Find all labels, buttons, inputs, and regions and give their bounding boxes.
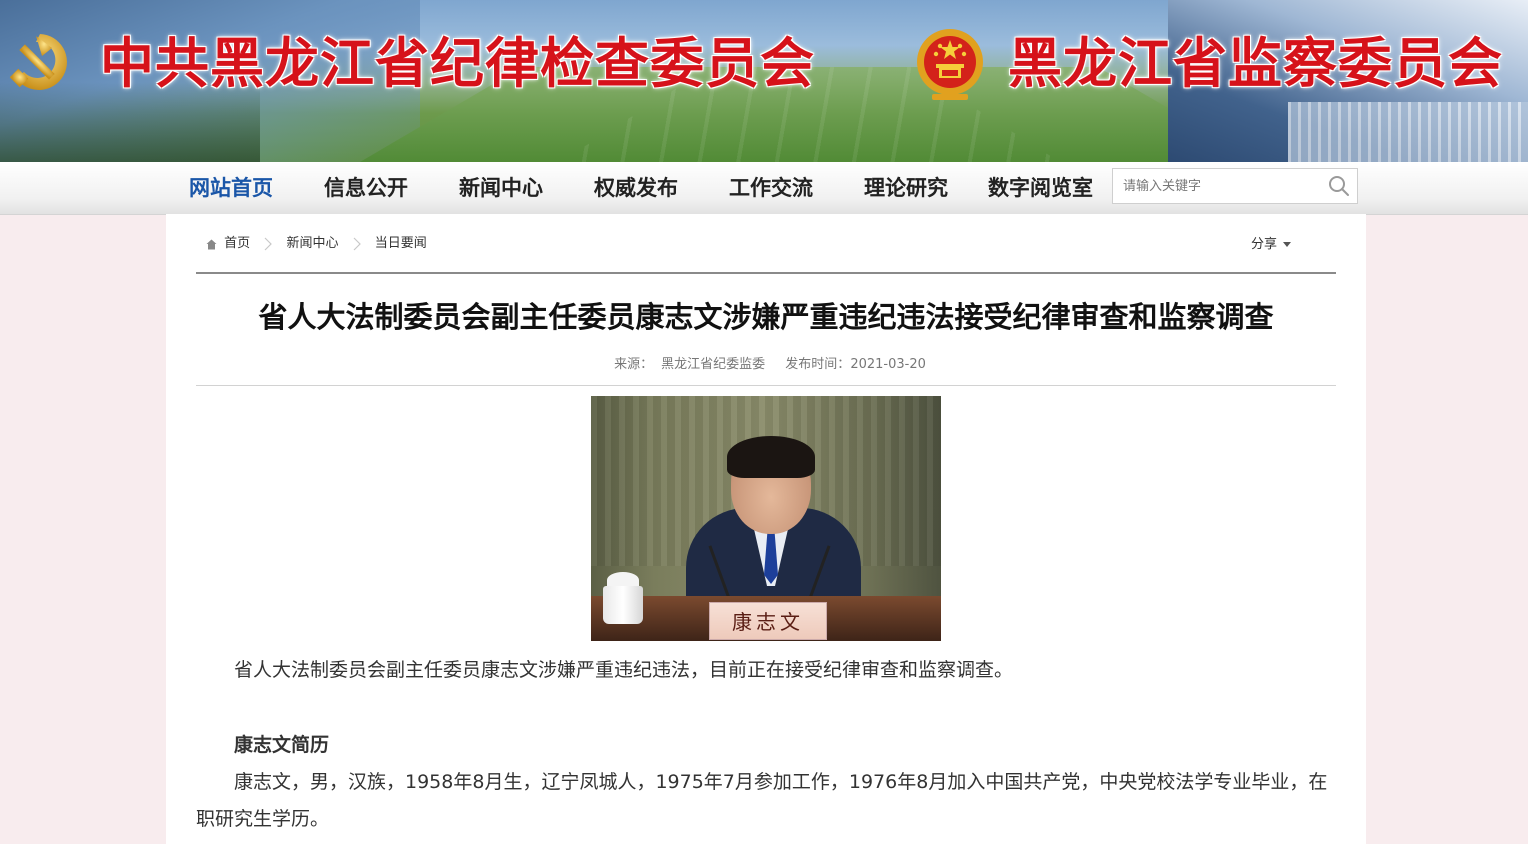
share-label: 分享 [1251, 237, 1278, 252]
chevron-right-icon [353, 237, 361, 251]
source-info: 来源： 黑龙江省纪委监委 [606, 357, 765, 372]
article-paragraph: 康志文，男，汉族，1958年8月生，辽宁凤城人，1975年7月参加工作，1976… [196, 771, 1328, 830]
caret-down-icon [1283, 242, 1292, 247]
article-title: 省人大法制委员会副主任委员康志文涉嫌严重违纪违法接受纪律审查和监察调查 [258, 300, 1274, 334]
party-emblem-icon [9, 34, 67, 90]
nav-item-authoritative-release[interactable]: 权威发布 [594, 162, 678, 214]
nav-item-home[interactable]: 网站首页 [189, 162, 273, 214]
search-box [1112, 168, 1358, 204]
breadcrumb-home[interactable]: 首页 [224, 232, 250, 256]
date-info: 发布时间：2021-03-20 [785, 357, 926, 372]
nav-item-info-disclosure[interactable]: 信息公开 [324, 162, 408, 214]
photo-nameplate: 康志文 [709, 602, 827, 640]
nav-item-work-exchange[interactable]: 工作交流 [729, 162, 813, 214]
article-photo: 康志文 [591, 396, 941, 641]
source-label: 来源： [614, 357, 654, 372]
article-subheading: 康志文简历 [234, 734, 330, 756]
article-meta: 来源： 黑龙江省纪委监委 发布时间：2021-03-20 [196, 354, 1336, 376]
photo-person-hair [727, 436, 815, 478]
divider [196, 385, 1336, 386]
search-icon[interactable] [1327, 174, 1351, 198]
breadcrumb-news-center[interactable]: 新闻中心 [286, 232, 338, 256]
date-value: 2021-03-20 [850, 357, 926, 372]
search-input[interactable] [1113, 169, 1323, 203]
chevron-right-icon [264, 237, 273, 251]
breadcrumb: 首页 新闻中心 当日要闻 [206, 232, 427, 256]
banner-title-supervision: 黑龙江省监察委员会 [1008, 32, 1503, 95]
national-emblem-icon [917, 29, 983, 100]
article-paragraph: 省人大法制委员会副主任委员康志文涉嫌严重违纪违法，目前正在接受纪律审查和监察调查… [234, 659, 1014, 681]
date-label: 发布时间： [785, 357, 851, 372]
breadcrumb-daily-news[interactable]: 当日要闻 [375, 232, 427, 256]
divider [196, 272, 1336, 274]
tea-cup [603, 586, 643, 624]
share-button[interactable]: 分享 [1251, 234, 1292, 256]
banner-title-commission: 中共黑龙江省纪律检查委员会 [100, 32, 815, 95]
site-banner: 中共黑龙江省纪律检查委员会 黑龙江省监察委员会 [0, 0, 1528, 162]
home-icon [206, 239, 217, 249]
banner-snow [1288, 102, 1528, 162]
source-value: 黑龙江省纪委监委 [661, 357, 766, 372]
nav-item-news-center[interactable]: 新闻中心 [459, 162, 543, 214]
nav-item-digital-reading-room[interactable]: 数字阅览室 [988, 162, 1093, 214]
nav-item-theory-research[interactable]: 理论研究 [864, 162, 948, 214]
